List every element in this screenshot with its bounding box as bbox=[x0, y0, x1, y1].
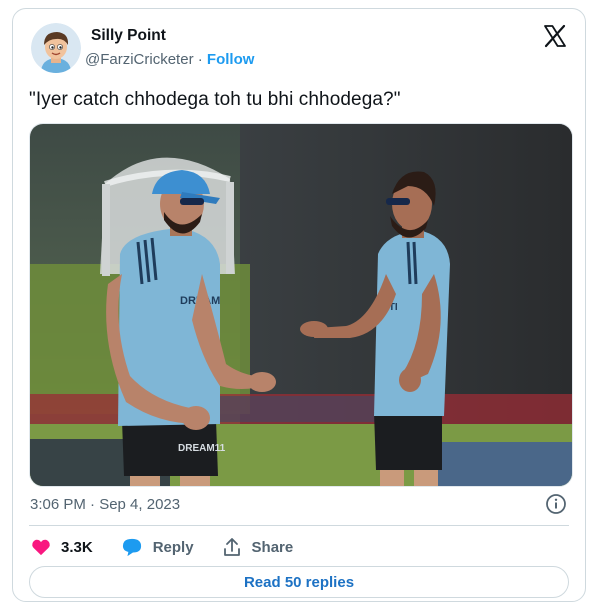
author-name[interactable]: Silly Point bbox=[91, 27, 166, 45]
avatar[interactable] bbox=[31, 23, 81, 73]
tweet-actions: 3.3K Reply Share bbox=[31, 535, 293, 559]
divider bbox=[29, 525, 569, 526]
reply-label: Reply bbox=[152, 538, 194, 556]
read-replies-button[interactable]: Read 50 replies bbox=[29, 566, 569, 598]
follow-button[interactable]: Follow bbox=[207, 51, 255, 68]
info-icon[interactable] bbox=[545, 493, 567, 515]
like-count: 3.3K bbox=[61, 538, 93, 556]
x-logo-icon[interactable] bbox=[543, 24, 567, 48]
author-handle[interactable]: @FarziCricketer bbox=[85, 51, 194, 68]
tweet-card: Silly Point @FarziCricketer · Follow "Iy… bbox=[12, 8, 586, 602]
handle-separator: · bbox=[193, 51, 207, 68]
left-jersey-sponsor: DREAM11 bbox=[178, 443, 226, 454]
tweet-text: "Iyer catch chhodega toh tu bhi chhodega… bbox=[29, 89, 401, 110]
share-label: Share bbox=[251, 538, 294, 556]
share-button[interactable]: Share bbox=[222, 537, 294, 557]
share-icon bbox=[223, 538, 240, 556]
like-button[interactable]: 3.3K bbox=[31, 538, 93, 556]
tweet-photo[interactable]: DREAM DREAM11 bbox=[29, 123, 573, 487]
reply-bubble-icon bbox=[122, 538, 141, 557]
heart-icon bbox=[32, 539, 50, 556]
author-handle-row: @FarziCricketer · Follow bbox=[85, 51, 254, 68]
reply-button[interactable]: Reply bbox=[121, 537, 194, 557]
tweet-timestamp[interactable]: 3:06 PM · Sep 4, 2023 bbox=[30, 496, 180, 513]
